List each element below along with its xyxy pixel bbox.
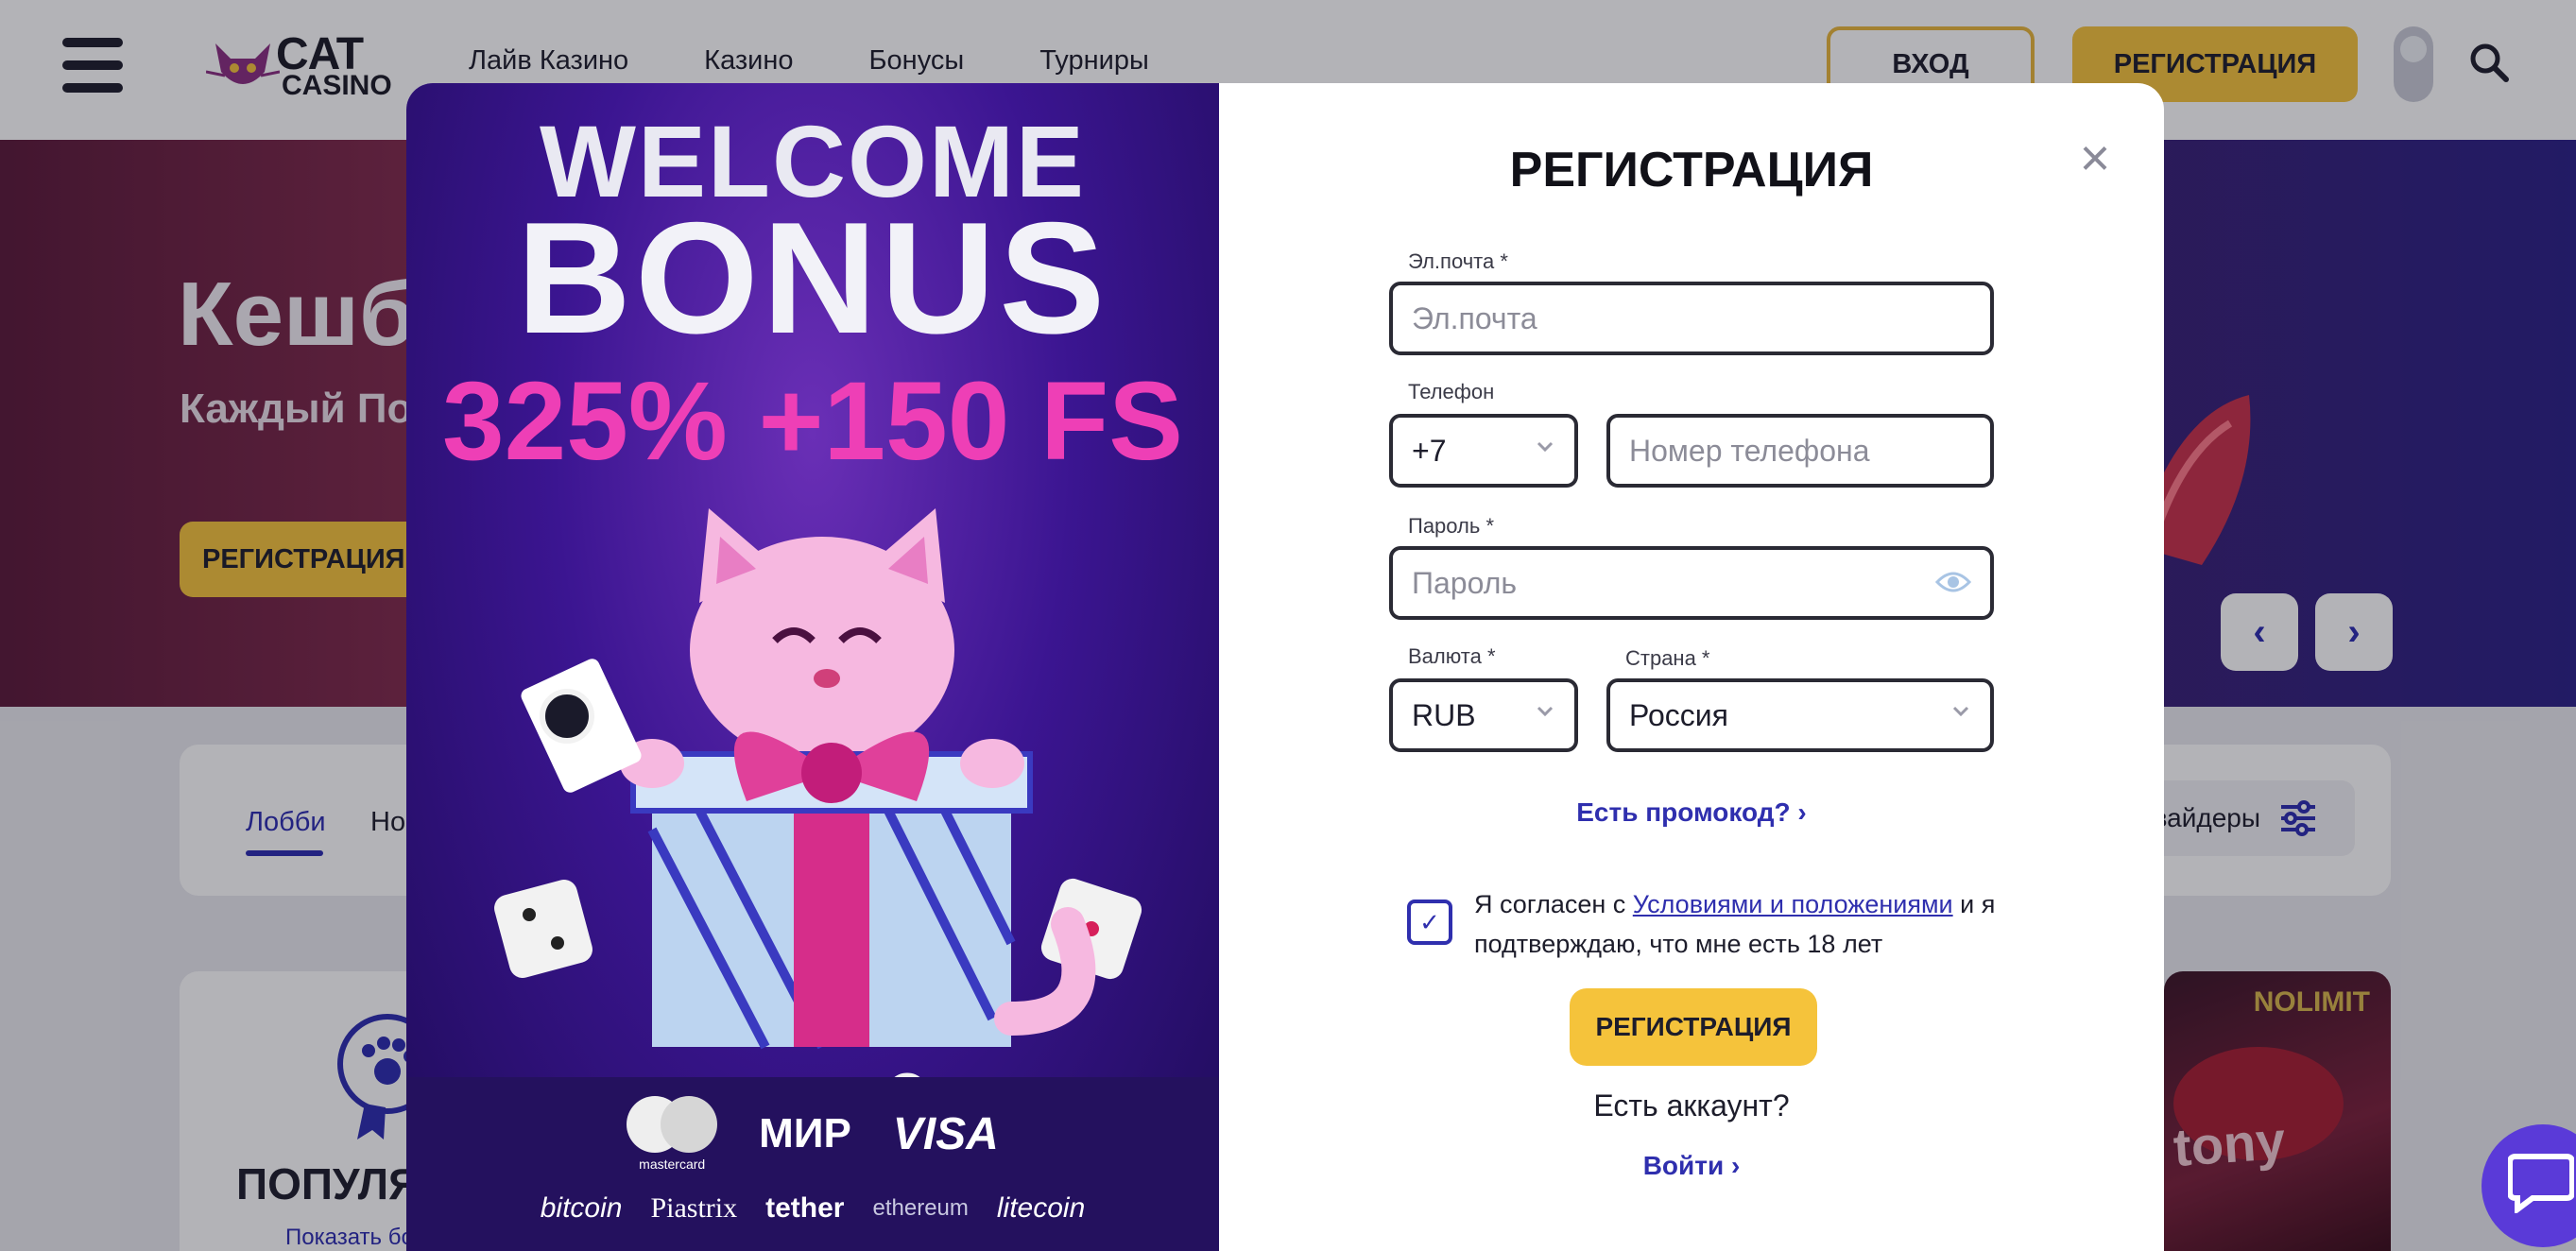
email-placeholder: Эл.почта <box>1412 300 1537 335</box>
cat-gift-illustration <box>494 508 1142 1116</box>
form-title: РЕГИСТРАЦИЯ <box>1509 143 1874 197</box>
payment-methods: mastercard МИР VISA bitcoin Piastrix tet… <box>406 1077 1219 1251</box>
chevron-down-icon <box>1537 706 1554 717</box>
currency-label: Валюта * <box>1408 644 1496 668</box>
currency-select[interactable]: RUB <box>1389 678 1578 752</box>
phone-code-value: +7 <box>1412 433 1447 468</box>
piastrix-logo: Piastrix <box>650 1192 738 1224</box>
phone-number-field[interactable]: Номер телефона <box>1606 414 1994 488</box>
login-link[interactable]: Войти › <box>1219 1151 2164 1181</box>
submit-register-button[interactable]: РЕГИСТРАЦИЯ <box>1570 988 1817 1066</box>
phone-code-select[interactable]: +7 <box>1389 414 1578 488</box>
terms-text: Я согласен с Условиями и положениями и я… <box>1474 884 2003 964</box>
bitcoin-logo: bitcoin <box>540 1192 623 1224</box>
phone-placeholder: Номер телефона <box>1629 433 1870 468</box>
promo-code-link[interactable]: Есть промокод? › <box>1219 797 2164 828</box>
chevron-down-icon <box>1537 441 1554 453</box>
tether-logo: tether <box>765 1192 845 1224</box>
terms-prefix: Я согласен с <box>1474 890 1633 918</box>
promo-panel: WELCOME BONUS 325% +150 FS mastercard МИ… <box>406 83 1219 1251</box>
promo-amount: 325% +150 FS <box>442 359 1183 484</box>
terms-link[interactable]: Условиями и положениями <box>1633 890 1953 918</box>
country-label: Страна * <box>1625 646 1710 670</box>
eye-icon[interactable] <box>1935 569 1971 595</box>
phone-label: Телефон <box>1408 380 1495 403</box>
visa-logo: VISA <box>892 1108 999 1159</box>
password-field[interactable]: Пароль <box>1389 546 1994 620</box>
promo-bonus: BONUS <box>516 189 1109 367</box>
password-placeholder: Пароль <box>1412 565 1518 600</box>
chevron-down-icon <box>1952 706 1969 717</box>
email-label: Эл.почта * <box>1408 249 1508 273</box>
email-field[interactable]: Эл.почта <box>1389 282 1994 355</box>
chat-bubble-icon <box>2508 1154 2574 1213</box>
mir-logo: МИР <box>759 1110 851 1157</box>
country-value: Россия <box>1629 697 1728 732</box>
password-label: Пароль * <box>1408 514 1495 538</box>
litecoin-logo: litecoin <box>996 1192 1086 1224</box>
terms-checkbox[interactable]: ✓ <box>1407 900 1452 945</box>
have-account-text: Есть аккаунт? <box>1593 1088 1790 1122</box>
currency-value: RUB <box>1412 697 1476 732</box>
mastercard-logo: mastercard <box>627 1096 718 1172</box>
country-select[interactable]: Россия <box>1606 678 1994 752</box>
ethereum-logo: ethereum <box>872 1195 969 1221</box>
